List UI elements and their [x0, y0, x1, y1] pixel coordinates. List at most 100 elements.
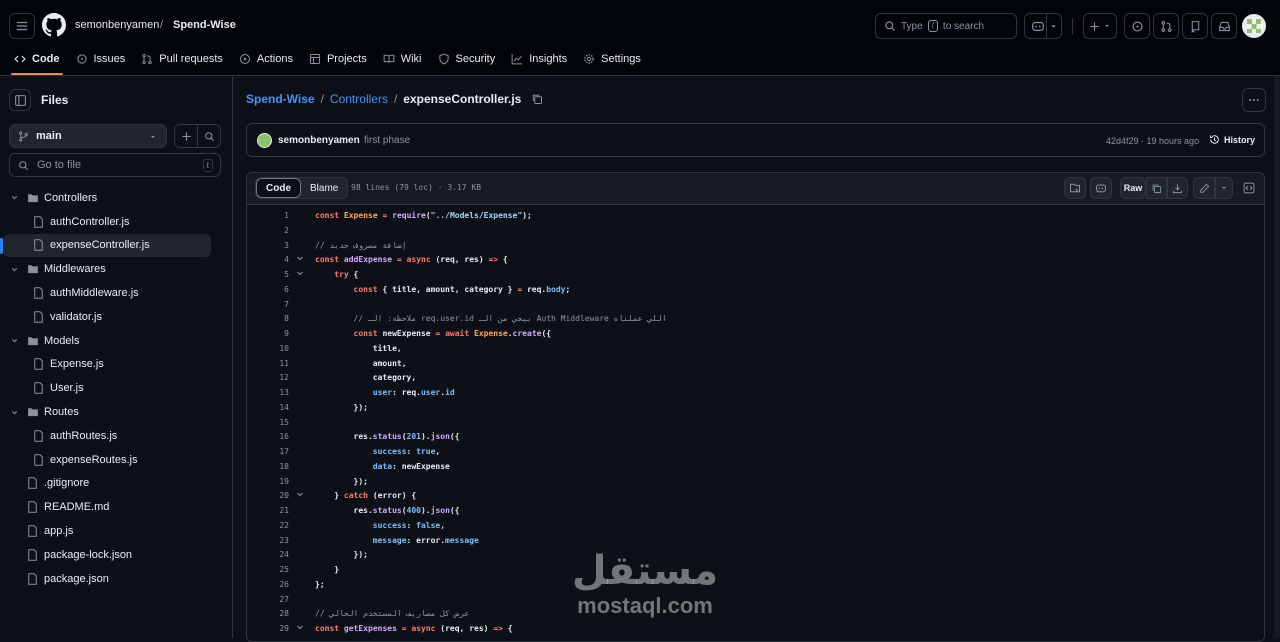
line-number[interactable]: 12	[247, 371, 289, 386]
tree-folder[interactable]: Models	[0, 329, 233, 353]
tree-file[interactable]: package.json	[0, 567, 233, 591]
tab-actions[interactable]: Actions	[231, 48, 301, 70]
breadcrumb-repo[interactable]: Spend-Wise	[246, 92, 315, 106]
line-number[interactable]: 21	[247, 504, 289, 519]
line-number[interactable]: 1	[247, 209, 289, 224]
line-number[interactable]: 10	[247, 342, 289, 357]
github-logo-icon[interactable]	[42, 13, 66, 37]
line-number[interactable]: 22	[247, 519, 289, 534]
line-number[interactable]: 23	[247, 534, 289, 549]
tab-wiki[interactable]: Wiki	[375, 48, 430, 70]
blame-view-tab[interactable]: Blame	[301, 178, 347, 198]
tree-file[interactable]: authMiddleware.js	[0, 281, 233, 305]
pull-requests-shortcut-button[interactable]	[1153, 13, 1179, 39]
line-number[interactable]: 2	[247, 224, 289, 239]
collapse-sidebar-button[interactable]	[9, 89, 31, 111]
menu-button[interactable]	[9, 13, 35, 39]
tree-file[interactable]: authController.js	[0, 210, 233, 234]
page-scrollbar[interactable]	[1274, 76, 1280, 638]
symbols-panel-button[interactable]	[1064, 177, 1086, 199]
commit-sha-time[interactable]: 42d4f29 · 19 hours ago	[1106, 136, 1199, 146]
raw-button[interactable]: Raw	[1120, 177, 1146, 199]
add-file-button[interactable]	[174, 124, 198, 148]
chevron-down-icon[interactable]	[10, 193, 19, 202]
fold-chevron-icon[interactable]	[296, 489, 304, 504]
copy-raw-button[interactable]	[1146, 177, 1167, 199]
line-number[interactable]: 7	[247, 298, 289, 313]
line-number[interactable]: 6	[247, 283, 289, 298]
user-avatar[interactable]	[1242, 14, 1266, 38]
issues-shortcut-button[interactable]	[1124, 13, 1150, 39]
line-number[interactable]: 29	[247, 622, 289, 637]
tree-file[interactable]: validator.js	[0, 305, 233, 329]
line-number[interactable]: 15	[247, 416, 289, 431]
fold-chevron-icon[interactable]	[296, 253, 304, 268]
breadcrumb-folder[interactable]: Controllers	[330, 92, 388, 106]
download-button[interactable]	[1167, 177, 1188, 199]
tree-file[interactable]: authRoutes.js	[0, 424, 233, 448]
commit-author-avatar[interactable]	[257, 133, 272, 148]
copy-path-button[interactable]	[531, 93, 543, 105]
more-options-button[interactable]	[1242, 88, 1266, 112]
copilot-ask-button[interactable]	[1090, 177, 1112, 199]
tree-folder[interactable]: Routes	[0, 400, 233, 424]
search-code-button[interactable]	[198, 124, 221, 148]
line-number[interactable]: 13	[247, 386, 289, 401]
tab-code[interactable]: Code	[6, 48, 68, 75]
tree-file[interactable]: .gitignore	[0, 472, 233, 496]
edit-options-dropdown[interactable]	[1215, 177, 1233, 199]
chevron-down-icon[interactable]	[10, 336, 19, 345]
line-number[interactable]: 27	[247, 593, 289, 608]
tree-file[interactable]: expenseRoutes.js	[0, 448, 233, 472]
tree-file[interactable]: README.md	[0, 495, 233, 519]
tab-security[interactable]: Security	[430, 48, 504, 70]
line-number[interactable]: 3	[247, 239, 289, 254]
commit-message[interactable]: first phase	[364, 135, 410, 146]
tab-insights[interactable]: Insights	[503, 48, 575, 70]
line-number[interactable]: 17	[247, 445, 289, 460]
tree-file[interactable]: expenseController.js	[0, 233, 211, 258]
fold-chevron-icon[interactable]	[296, 622, 304, 637]
owner-link[interactable]: semonbenyamen	[75, 19, 159, 31]
line-number[interactable]: 25	[247, 563, 289, 578]
search-input[interactable]: Type / to search	[875, 13, 1017, 39]
line-number[interactable]: 19	[247, 475, 289, 490]
tree-file[interactable]: User.js	[0, 376, 233, 400]
inbox-button[interactable]	[1211, 13, 1237, 39]
tree-file[interactable]: package-lock.json	[0, 543, 233, 567]
repo-link[interactable]: Spend-Wise	[173, 19, 236, 31]
history-button[interactable]: History	[1209, 134, 1255, 145]
copilot-button[interactable]	[1024, 13, 1062, 39]
fold-chevron-icon[interactable]	[296, 268, 304, 283]
tree-folder[interactable]: Middlewares	[0, 257, 233, 281]
go-to-file-input[interactable]: Go to file t	[9, 153, 221, 177]
chevron-down-icon[interactable]	[10, 265, 19, 274]
tab-projects[interactable]: Projects	[301, 48, 375, 70]
line-number[interactable]: 4	[247, 253, 289, 268]
line-number[interactable]: 5	[247, 268, 289, 283]
chevron-down-icon[interactable]	[10, 408, 19, 417]
tree-folder[interactable]: Controllers	[0, 186, 233, 210]
code-view-tab[interactable]: Code	[256, 178, 301, 198]
edit-file-button[interactable]	[1193, 177, 1215, 199]
line-number[interactable]: 9	[247, 327, 289, 342]
tree-file[interactable]: Expense.js	[0, 353, 233, 377]
repositories-shortcut-button[interactable]	[1182, 13, 1208, 39]
tree-file[interactable]: app.js	[0, 519, 233, 543]
line-number[interactable]: 26	[247, 578, 289, 593]
tab-settings[interactable]: Settings	[575, 48, 649, 70]
tab-issues[interactable]: Issues	[68, 48, 134, 70]
code-symbols-button[interactable]	[1239, 177, 1259, 199]
create-new-button[interactable]	[1083, 13, 1117, 39]
line-number[interactable]: 20	[247, 489, 289, 504]
line-number[interactable]: 18	[247, 460, 289, 475]
line-number[interactable]: 8	[247, 312, 289, 327]
branch-selector[interactable]: main	[9, 124, 167, 148]
line-number[interactable]: 28	[247, 607, 289, 622]
commit-author[interactable]: semonbenyamen	[278, 135, 360, 146]
line-number[interactable]: 14	[247, 401, 289, 416]
tab-pull-requests[interactable]: Pull requests	[133, 48, 231, 70]
line-number[interactable]: 16	[247, 430, 289, 445]
line-number[interactable]: 11	[247, 357, 289, 372]
line-number[interactable]: 24	[247, 548, 289, 563]
